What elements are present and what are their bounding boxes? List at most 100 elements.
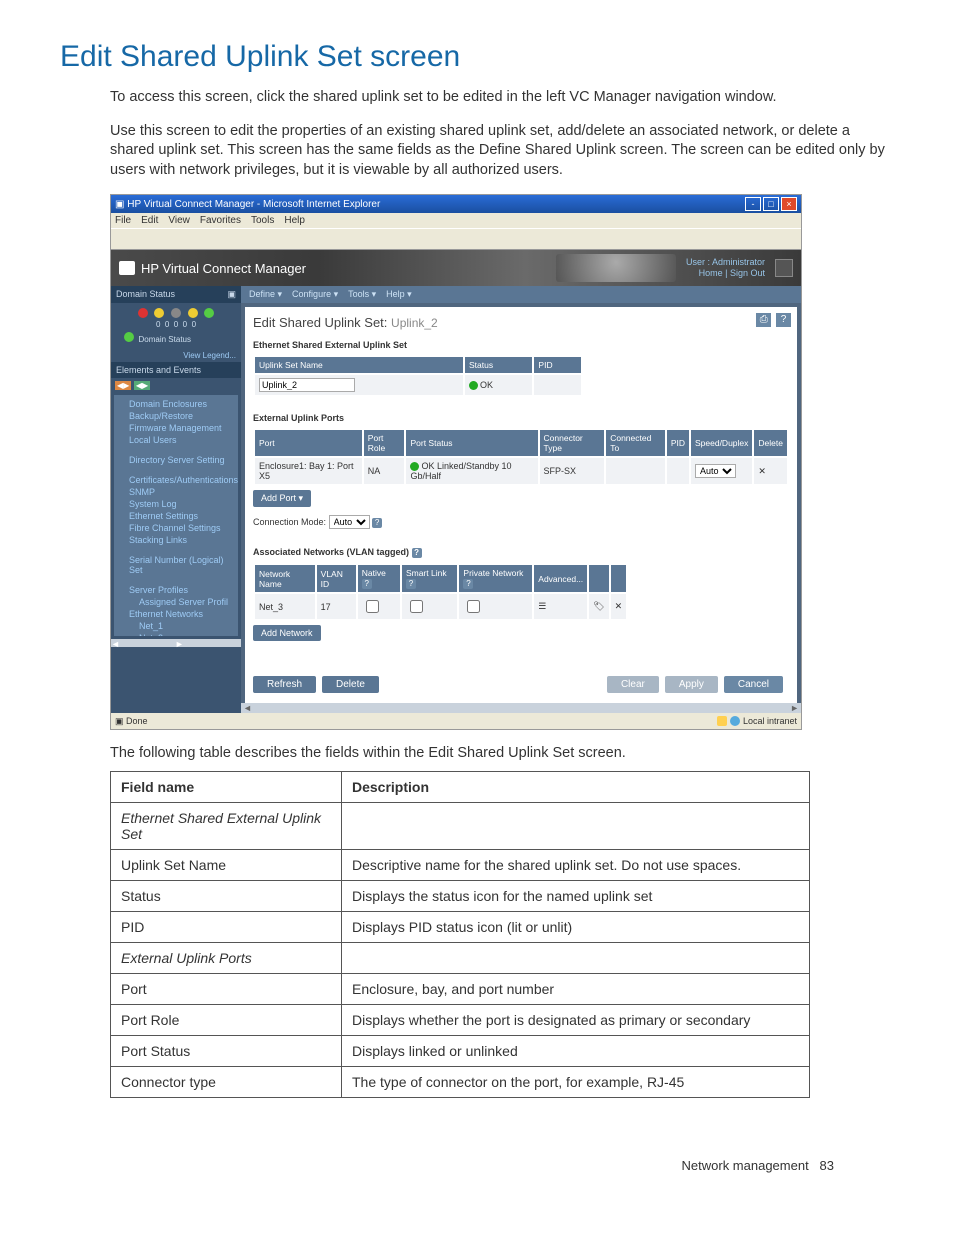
apply-button[interactable]: Apply bbox=[665, 676, 718, 693]
cancel-button[interactable]: Cancel bbox=[724, 676, 783, 693]
status-caution-icon bbox=[188, 308, 198, 318]
conn-mode-help-icon[interactable]: ? bbox=[372, 518, 382, 528]
table-row-desc: Displays linked or unlinked bbox=[342, 1036, 810, 1067]
main-panel: ⎙ ? Edit Shared Uplink Set: Uplink_2 Eth… bbox=[245, 307, 797, 703]
maximize-button[interactable]: □ bbox=[763, 197, 779, 211]
nav-stacking[interactable]: Stacking Links bbox=[115, 534, 237, 546]
embedded-screenshot: ▣ HP Virtual Connect Manager - Microsoft… bbox=[110, 194, 802, 730]
table-row-field: PID bbox=[111, 912, 342, 943]
print-icon[interactable]: ⎙ bbox=[756, 313, 771, 327]
connection-mode-select[interactable]: Auto bbox=[329, 515, 370, 529]
th-desc: Description bbox=[342, 772, 810, 803]
th-field: Field name bbox=[111, 772, 342, 803]
nav-tree[interactable]: Domain Enclosures Backup/Restore Firmwar… bbox=[114, 395, 238, 636]
close-button[interactable]: × bbox=[781, 197, 797, 211]
domain-status-header: Domain Status▣ bbox=[111, 286, 241, 303]
status-info-icon bbox=[171, 308, 181, 318]
refresh-button[interactable]: Refresh bbox=[253, 676, 316, 693]
nav-net1[interactable]: Net_1 bbox=[115, 620, 237, 632]
table-row-desc bbox=[342, 803, 810, 850]
app-menubar[interactable]: Define ▾Configure ▾Tools ▾Help ▾ bbox=[241, 286, 801, 303]
add-network-button[interactable]: Add Network bbox=[253, 625, 321, 641]
port-ok-icon bbox=[410, 462, 419, 471]
table-row-desc: The type of connector on the port, for e… bbox=[342, 1067, 810, 1098]
table-row-field: Port Role bbox=[111, 1005, 342, 1036]
ie-titlebar: ▣ HP Virtual Connect Manager - Microsoft… bbox=[111, 195, 801, 213]
nav-domain-enclosures[interactable]: Domain Enclosures bbox=[115, 398, 237, 410]
intro-para-1: To access this screen, click the shared … bbox=[110, 88, 894, 108]
header-graphic bbox=[556, 254, 676, 282]
nav-certificates[interactable]: Certificates/Authentications bbox=[115, 474, 237, 486]
status-warning-icon bbox=[154, 308, 164, 318]
table-row-field: Uplink Set Name bbox=[111, 850, 342, 881]
page-footer: Network management 83 bbox=[60, 1158, 894, 1173]
uplink-set-table: Uplink Set NameStatusPID OK bbox=[253, 355, 583, 397]
section-assoc-networks: Associated Networks (VLAN tagged) ? bbox=[253, 547, 789, 558]
table-row-desc: Enclosure, bay, and port number bbox=[342, 974, 810, 1005]
home-signout-links[interactable]: Home | Sign Out bbox=[686, 268, 765, 279]
smartlink-checkbox[interactable] bbox=[410, 600, 423, 613]
user-info: User : Administrator Home | Sign Out bbox=[686, 257, 765, 279]
clear-button[interactable]: Clear bbox=[607, 676, 659, 693]
help-icon[interactable]: ? bbox=[776, 313, 791, 327]
nav-net2[interactable]: Net_2 bbox=[115, 632, 237, 636]
delete-button[interactable]: Delete bbox=[322, 676, 379, 693]
table-row-desc bbox=[342, 943, 810, 974]
table-row-field: Status bbox=[111, 881, 342, 912]
advanced-icon[interactable]: ☰ bbox=[534, 594, 587, 619]
ie-icon: ▣ bbox=[115, 199, 124, 210]
table-row-desc: Displays PID status icon (lit or unlit) bbox=[342, 912, 810, 943]
nav-local-users[interactable]: Local Users bbox=[115, 434, 237, 446]
nav-ethernet-settings[interactable]: Ethernet Settings bbox=[115, 510, 237, 522]
app-title: HP Virtual Connect Manager bbox=[141, 261, 306, 276]
delete-port-icon[interactable]: ✕ bbox=[754, 458, 787, 484]
domain-ok-icon bbox=[124, 332, 134, 342]
status-ok-icon bbox=[469, 381, 478, 390]
intro-para-2: Use this screen to edit the properties o… bbox=[110, 122, 894, 181]
section-ethernet-shared: Ethernet Shared External Uplink Set bbox=[253, 340, 789, 350]
table-row-desc: Displays whether the port is designated … bbox=[342, 1005, 810, 1036]
nav-backup-restore[interactable]: Backup/Restore bbox=[115, 410, 237, 422]
assoc-help-icon[interactable]: ? bbox=[412, 548, 422, 558]
nav-firmware[interactable]: Firmware Management bbox=[115, 422, 237, 434]
nav-assigned-profiles[interactable]: Assigned Server Profil bbox=[115, 596, 237, 608]
ports-table: PortPort RolePort Status Connector TypeC… bbox=[253, 428, 789, 486]
content-scrollbar[interactable]: ◄► bbox=[241, 703, 801, 713]
status-done-text: Done bbox=[126, 716, 148, 726]
delete-network-icon[interactable]: ✕ bbox=[611, 594, 627, 619]
speed-duplex-select[interactable]: Auto bbox=[695, 464, 736, 478]
table-row-field: Connector type bbox=[111, 1067, 342, 1098]
table-row-field: Port Status bbox=[111, 1036, 342, 1067]
nav-serial[interactable]: Serial Number (Logical) Set bbox=[115, 554, 237, 576]
networks-table: Network NameVLAN ID Native ? Smart Link … bbox=[253, 563, 628, 621]
label-icon[interactable]: 🏷 bbox=[589, 594, 608, 619]
native-checkbox[interactable] bbox=[366, 600, 379, 613]
sidebar: Domain Status▣ 0 0 0 0 0 Domain Status V… bbox=[111, 286, 241, 713]
zone-icon bbox=[730, 716, 740, 726]
nav-fc-settings[interactable]: Fibre Channel Settings bbox=[115, 522, 237, 534]
nav-server-profiles[interactable]: Server Profiles bbox=[115, 584, 237, 596]
uplink-set-name-input[interactable] bbox=[259, 378, 355, 392]
ie-menubar[interactable]: FileEditViewFavoritesToolsHelp bbox=[111, 213, 801, 228]
ie-done-icon: ▣ bbox=[115, 716, 124, 727]
private-checkbox[interactable] bbox=[467, 600, 480, 613]
nav-system-log[interactable]: System Log bbox=[115, 498, 237, 510]
status-ok-icon bbox=[204, 308, 214, 318]
panel-title: Edit Shared Uplink Set: Uplink_2 bbox=[253, 315, 789, 330]
sidebar-scrollbar[interactable]: ◄ ► bbox=[111, 639, 241, 647]
status-zone-text: Local intranet bbox=[743, 716, 797, 726]
minimize-button[interactable]: - bbox=[745, 197, 761, 211]
status-error-icon bbox=[138, 308, 148, 318]
lock-icon bbox=[717, 716, 727, 726]
elements-events-header: Elements and Events bbox=[111, 362, 241, 378]
nav-snmp[interactable]: SNMP bbox=[115, 486, 237, 498]
table-intro-text: The following table describes the fields… bbox=[110, 745, 894, 761]
view-legend-link[interactable]: View Legend... bbox=[111, 349, 241, 362]
add-port-button[interactable]: Add Port ▾ bbox=[253, 490, 311, 507]
nav-directory-server[interactable]: Directory Server Setting bbox=[115, 454, 237, 466]
ie-statusbar: ▣ Done Local intranet bbox=[111, 713, 801, 729]
fields-description-table: Field name Description Ethernet Shared E… bbox=[110, 771, 810, 1098]
table-row-desc: Displays the status icon for the named u… bbox=[342, 881, 810, 912]
nav-ethernet-networks[interactable]: Ethernet Networks bbox=[115, 608, 237, 620]
status-icons-row: 0 0 0 0 0 Domain Status bbox=[111, 303, 241, 349]
